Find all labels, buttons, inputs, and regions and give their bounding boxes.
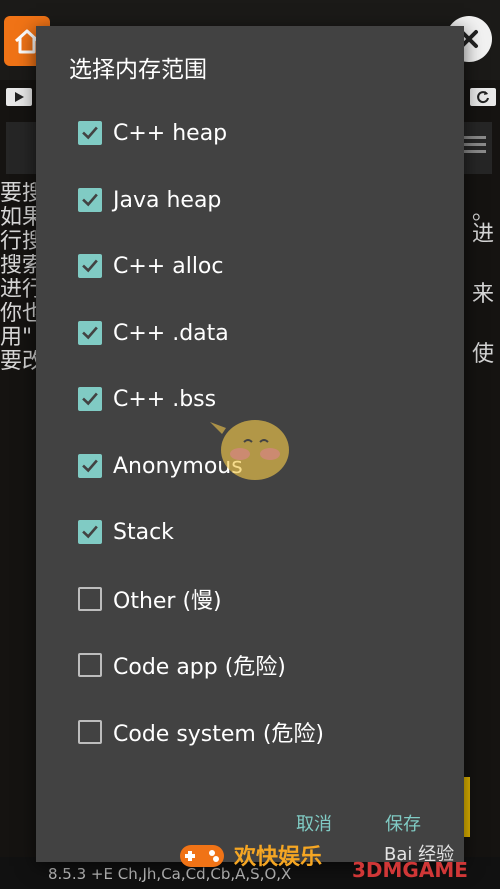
mascot-watermark: [210, 420, 289, 480]
option-row[interactable]: C++ heap: [78, 116, 227, 150]
option-label: C++ .data: [113, 320, 229, 346]
checkbox-checked[interactable]: [78, 321, 102, 345]
checkbox-checked[interactable]: [78, 121, 102, 145]
save-button[interactable]: 保存: [385, 810, 421, 836]
option-row[interactable]: Other (慢): [78, 582, 222, 616]
brand-text: 欢快娱乐: [234, 845, 323, 870]
menu-icon[interactable]: [464, 136, 486, 154]
check-icon: [82, 326, 98, 340]
refresh-button[interactable]: [470, 88, 496, 106]
option-row[interactable]: C++ alloc: [78, 249, 223, 283]
option-row[interactable]: Code app (危险): [78, 648, 286, 682]
option-label: Java heap: [113, 187, 222, 213]
option-label: C++ alloc: [113, 253, 224, 279]
bg-text-fragment: 使: [471, 342, 494, 367]
dialog-title: 选择内存范围: [69, 57, 207, 83]
checkbox-checked[interactable]: [78, 188, 102, 212]
option-row[interactable]: Java heap: [78, 183, 221, 217]
option-row[interactable]: C++ .data: [78, 316, 229, 350]
play-button[interactable]: [6, 88, 32, 106]
bg-text-fragment: 来: [471, 282, 494, 307]
check-icon: [82, 392, 98, 406]
bg-text-fragment: 进: [471, 222, 494, 247]
checkbox-checked[interactable]: [78, 254, 102, 278]
brand-watermark: 欢快娱乐: [176, 830, 322, 880]
checkbox-checked[interactable]: [78, 454, 102, 478]
refresh-icon: [477, 91, 489, 104]
checkbox-unchecked[interactable]: [78, 653, 102, 677]
option-label: Other (慢): [113, 589, 222, 614]
option-label: Code app (危险): [113, 655, 286, 680]
game-site-watermark: 3DMGAME: [352, 858, 468, 882]
option-row[interactable]: Code system (危险): [78, 715, 324, 749]
check-icon: [82, 525, 98, 539]
check-icon: [82, 126, 98, 140]
checkbox-unchecked[interactable]: [78, 720, 102, 744]
option-row[interactable]: Stack: [78, 515, 174, 549]
checkbox-checked[interactable]: [78, 387, 102, 411]
checkbox-checked[interactable]: [78, 520, 102, 544]
check-icon: [82, 193, 98, 207]
option-label: C++ heap: [113, 120, 228, 146]
option-label: Code system (危险): [113, 722, 325, 747]
play-icon: [15, 92, 24, 102]
check-icon: [82, 459, 98, 473]
check-icon: [82, 259, 98, 273]
option-label: Stack: [113, 519, 174, 545]
option-row[interactable]: C++ .bss: [78, 382, 216, 416]
gamepad-icon: [180, 845, 224, 867]
checkbox-unchecked[interactable]: [78, 587, 102, 611]
